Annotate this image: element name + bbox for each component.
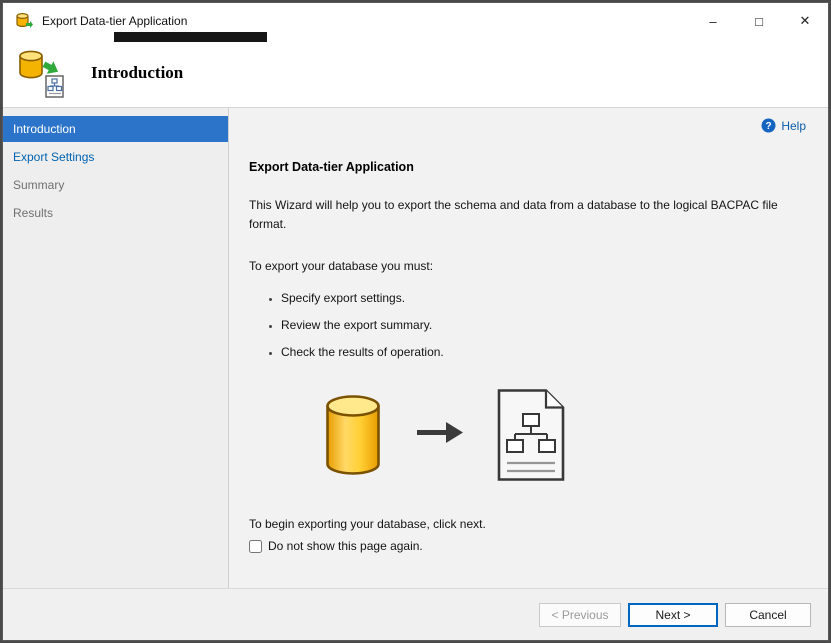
bacpac-file-icon — [497, 389, 565, 481]
bullet-list: Specify export settings. Review the expo… — [229, 291, 828, 359]
content-heading: Export Data-tier Application — [249, 160, 414, 174]
footer-instruction: To begin exporting your database, click … — [249, 517, 486, 532]
sidebar-item-export-settings[interactable]: Export Settings — [3, 144, 228, 170]
sidebar-item-introduction[interactable]: Introduction — [3, 116, 228, 142]
help-label: Help — [781, 118, 806, 133]
description-text: This Wizard will help you to export the … — [249, 198, 778, 231]
database-export-icon — [17, 48, 65, 98]
sidebar: Introduction Export Settings Summary Res… — [3, 108, 229, 588]
close-button[interactable]: ✕ — [782, 3, 828, 39]
window-title: Export Data-tier Application — [42, 14, 188, 28]
cancel-button[interactable]: Cancel — [725, 602, 811, 627]
wizard-header: Introduction — [3, 39, 828, 108]
app-database-icon — [15, 12, 33, 30]
dont-show-row: Do not show this page again. — [249, 539, 828, 553]
arrow-icon — [417, 419, 463, 451]
content-pane: ? Help Export Data-tier Application This… — [229, 108, 828, 588]
wizard-window: Export Data-tier Application – □ ✕ Intro… — [2, 2, 829, 641]
titlebar-artifact-strip — [114, 32, 267, 42]
sidebar-item-summary: Summary — [13, 178, 65, 192]
previous-button: < Previous — [539, 602, 621, 627]
maximize-button[interactable]: □ — [736, 3, 782, 39]
svg-text:?: ? — [766, 121, 772, 132]
help-icon: ? — [761, 118, 776, 133]
wizard-body: Introduction Export Settings Summary Res… — [3, 108, 828, 588]
bullet-item: Check the results of operation. — [281, 345, 828, 359]
minimize-button[interactable]: – — [690, 3, 736, 39]
database-cylinder-icon — [326, 395, 380, 475]
page-title: Introduction — [91, 63, 184, 82]
export-graphic — [325, 387, 828, 483]
button-bar: < Previous Next > Cancel — [3, 588, 828, 640]
sidebar-item-results: Results — [13, 206, 54, 220]
dont-show-label[interactable]: Do not show this page again. — [268, 539, 423, 553]
instruction-text: To export your database you must: — [249, 259, 434, 274]
bullet-item: Specify export settings. — [281, 291, 828, 305]
dont-show-checkbox[interactable] — [249, 539, 262, 553]
help-link[interactable]: ? Help — [761, 118, 806, 133]
next-button[interactable]: Next > — [628, 602, 718, 627]
window-controls: – □ ✕ — [690, 3, 828, 39]
bullet-item: Review the export summary. — [281, 318, 828, 332]
